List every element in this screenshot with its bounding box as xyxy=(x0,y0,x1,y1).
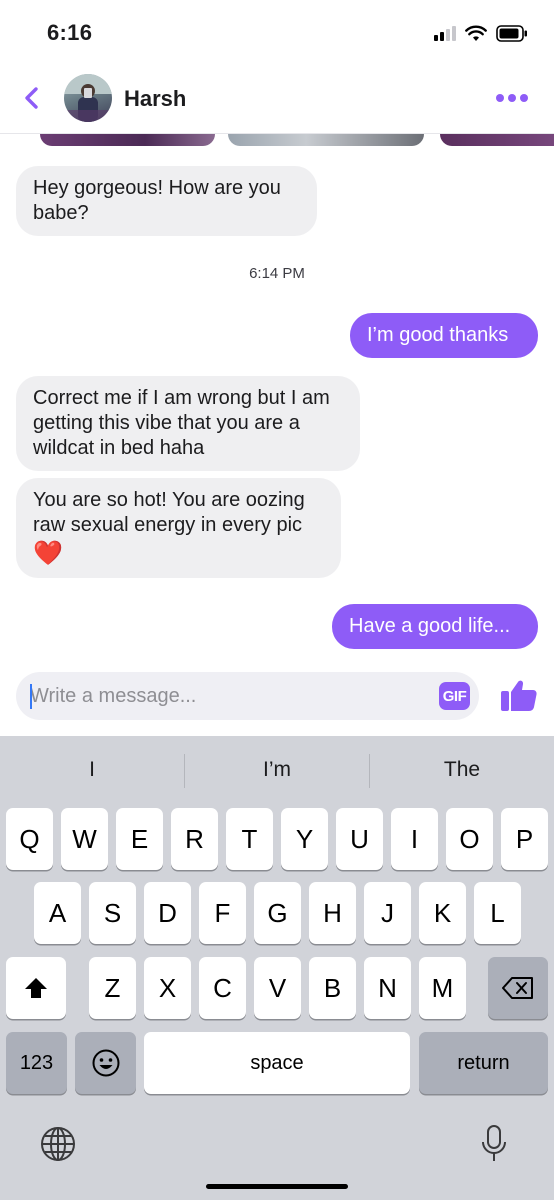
gif-button[interactable]: GIF xyxy=(439,682,470,710)
battery-icon xyxy=(496,24,527,42)
key-m[interactable]: M xyxy=(419,957,466,1019)
outgoing-message[interactable]: Have a good life... xyxy=(332,604,538,649)
wifi-icon xyxy=(465,25,487,41)
key-s[interactable]: S xyxy=(89,882,136,944)
profile-photo[interactable] xyxy=(440,134,554,146)
space-key[interactable]: space xyxy=(144,1032,410,1094)
key-g[interactable]: G xyxy=(254,882,301,944)
incoming-message[interactable]: Hey gorgeous! How are you babe? xyxy=(16,166,317,236)
more-dots-icon[interactable] xyxy=(496,92,528,104)
key-k[interactable]: K xyxy=(419,882,466,944)
profile-photo[interactable] xyxy=(228,134,424,146)
suggestion[interactable]: I xyxy=(0,758,184,782)
key-c[interactable]: C xyxy=(199,957,246,1019)
key-w[interactable]: W xyxy=(61,808,108,870)
contact-avatar[interactable] xyxy=(64,74,112,122)
key-a[interactable]: A xyxy=(34,882,81,944)
key-f[interactable]: F xyxy=(199,882,246,944)
keyboard: I I’m The Q W E R T Y U I O P A S D F G … xyxy=(0,736,554,1200)
predictive-bar: I I’m The xyxy=(0,736,554,806)
key-d[interactable]: D xyxy=(144,882,191,944)
key-y[interactable]: Y xyxy=(281,808,328,870)
message-timestamp: 6:14 PM xyxy=(249,265,305,282)
message-text: You are so hot! You are oozing raw sexua… xyxy=(33,489,305,536)
key-b[interactable]: B xyxy=(309,957,356,1019)
key-z[interactable]: Z xyxy=(89,957,136,1019)
message-text: Have a good life... xyxy=(349,615,511,637)
message-text: Hey gorgeous! How are you babe? xyxy=(33,177,281,224)
key-p[interactable]: P xyxy=(501,808,548,870)
delete-key[interactable] xyxy=(488,957,548,1019)
text-caret xyxy=(30,684,32,709)
key-o[interactable]: O xyxy=(446,808,493,870)
globe-icon[interactable] xyxy=(39,1125,77,1163)
chat-header: Harsh xyxy=(0,62,554,134)
incoming-message[interactable]: You are so hot! You are oozing raw sexua… xyxy=(16,478,341,578)
thumbs-up-icon[interactable] xyxy=(500,676,538,714)
shift-icon xyxy=(25,978,47,998)
outgoing-message[interactable]: I’m good thanks xyxy=(350,313,538,358)
contact-name[interactable]: Harsh xyxy=(124,86,186,112)
numbers-key[interactable]: 123 xyxy=(6,1032,67,1094)
shift-key[interactable] xyxy=(6,957,66,1019)
emoji-icon xyxy=(92,1049,119,1077)
key-l[interactable]: L xyxy=(474,882,521,944)
key-x[interactable]: X xyxy=(144,957,191,1019)
key-e[interactable]: E xyxy=(116,808,163,870)
home-indicator[interactable] xyxy=(206,1184,348,1189)
cellular-signal-icon xyxy=(434,25,456,41)
key-j[interactable]: J xyxy=(364,882,411,944)
message-text: Correct me if I am wrong but I am gettin… xyxy=(33,387,330,459)
suggestion[interactable]: I’m xyxy=(185,758,369,782)
key-v[interactable]: V xyxy=(254,957,301,1019)
key-n[interactable]: N xyxy=(364,957,411,1019)
microphone-icon[interactable] xyxy=(480,1124,508,1164)
key-u[interactable]: U xyxy=(336,808,383,870)
status-bar: 6:16 xyxy=(0,0,554,62)
status-time: 6:16 xyxy=(47,20,93,45)
status-icons xyxy=(434,22,528,44)
profile-photo[interactable] xyxy=(40,134,215,146)
message-composer: GIF xyxy=(16,672,479,720)
key-i[interactable]: I xyxy=(391,808,438,870)
back-chevron-icon[interactable] xyxy=(18,84,46,112)
message-input[interactable] xyxy=(30,672,430,720)
return-key[interactable]: return xyxy=(419,1032,548,1094)
avatar-photo xyxy=(64,74,112,122)
suggestion[interactable]: The xyxy=(370,758,554,782)
profile-photo-strip[interactable] xyxy=(0,134,554,146)
key-r[interactable]: R xyxy=(171,808,218,870)
message-text: I’m good thanks xyxy=(367,324,509,346)
key-q[interactable]: Q xyxy=(6,808,53,870)
key-h[interactable]: H xyxy=(309,882,356,944)
incoming-message[interactable]: Correct me if I am wrong but I am gettin… xyxy=(16,376,360,471)
delete-icon xyxy=(502,977,533,999)
key-t[interactable]: T xyxy=(226,808,273,870)
emoji-key[interactable] xyxy=(75,1032,136,1094)
heart-emoji: ❤️ xyxy=(33,540,63,567)
message-thread: Hey gorgeous! How are you babe? 6:14 PM … xyxy=(0,146,554,666)
